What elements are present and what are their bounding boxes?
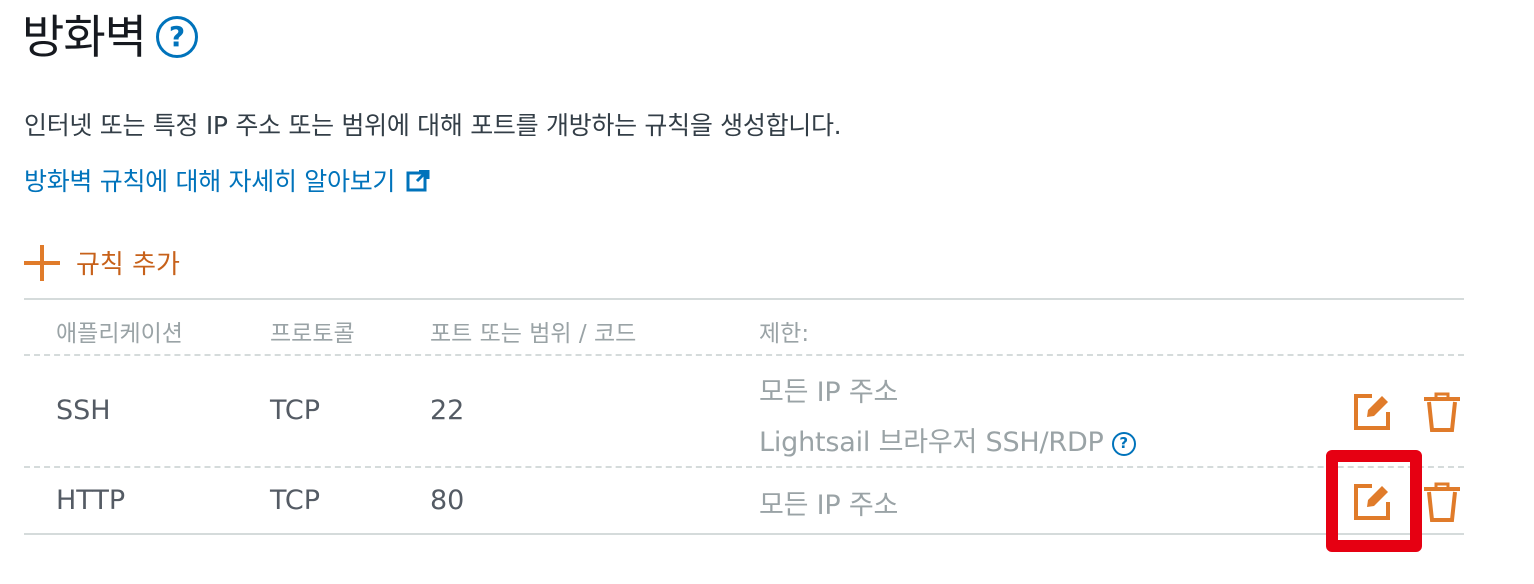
rule-restriction-extra: Lightsail 브라우저 SSH/RDP? bbox=[759, 420, 1136, 459]
learn-more-label: 방화벽 규칙에 대해 자세히 알아보기 bbox=[24, 167, 396, 196]
row-divider bbox=[24, 466, 1464, 468]
rule-application: HTTP bbox=[56, 485, 126, 516]
table-header: 애플리케이션 프로토콜 포트 또는 범위 / 코드 제한: bbox=[24, 300, 1464, 354]
add-rule-label: 규칙 추가 bbox=[76, 250, 180, 280]
column-header-restriction: 제한: bbox=[759, 321, 810, 347]
help-icon[interactable]: ? bbox=[155, 16, 198, 58]
table-bottom-divider bbox=[24, 533, 1464, 535]
learn-more-link[interactable]: 방화벽 규칙에 대해 자세히 알아보기 bbox=[24, 162, 432, 198]
delete-rule-button[interactable] bbox=[1422, 392, 1462, 432]
delete-rule-button[interactable] bbox=[1422, 482, 1462, 522]
page-description: 인터넷 또는 특정 IP 주소 또는 범위에 대해 포트를 개방하는 규칙을 생… bbox=[24, 111, 842, 140]
rule-application: SSH bbox=[56, 395, 111, 426]
add-rule-button[interactable]: 규칙 추가 bbox=[24, 244, 180, 281]
page-title: 방화벽 bbox=[22, 10, 147, 64]
rule-port: 80 bbox=[430, 485, 465, 516]
edit-icon bbox=[1354, 394, 1390, 430]
column-header-port: 포트 또는 범위 / 코드 bbox=[430, 321, 637, 347]
rule-protocol: TCP bbox=[270, 485, 321, 516]
rule-restriction: 모든 IP 주소 bbox=[759, 490, 899, 521]
help-icon[interactable]: ? bbox=[1111, 431, 1136, 456]
page-header: 방화벽 ? bbox=[22, 14, 198, 60]
column-header-application: 애플리케이션 bbox=[56, 321, 183, 347]
rule-port: 22 bbox=[430, 395, 465, 426]
external-link-icon bbox=[405, 167, 432, 193]
rule-restriction: 모든 IP 주소 bbox=[759, 377, 899, 408]
rule-protocol: TCP bbox=[270, 395, 321, 426]
browser-ssh-label: Lightsail 브라우저 SSH/RDP bbox=[759, 427, 1104, 458]
trash-icon bbox=[1424, 392, 1460, 432]
plus-icon bbox=[24, 244, 60, 281]
trash-icon bbox=[1424, 482, 1460, 522]
column-header-protocol: 프로토콜 bbox=[270, 321, 355, 347]
header-divider bbox=[24, 354, 1464, 356]
edit-rule-button[interactable] bbox=[1352, 392, 1392, 432]
edit-button-highlight bbox=[1326, 450, 1422, 552]
